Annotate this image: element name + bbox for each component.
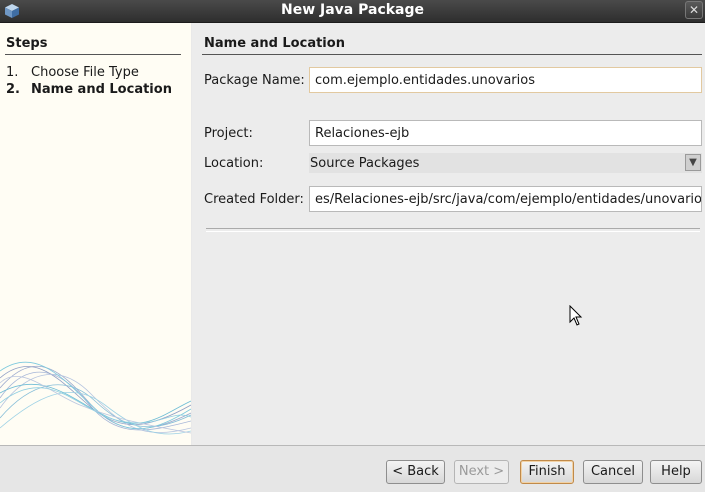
created-folder-label: Created Folder:	[204, 192, 304, 207]
step-label: Name and Location	[31, 82, 172, 97]
step-choose-file-type: 1. Choose File Type	[6, 65, 139, 80]
close-button[interactable]: ✕	[685, 1, 703, 19]
package-name-input[interactable]: com.ejemplo.entidades.unovarios	[309, 67, 702, 93]
button-bar: < Back Next > Finish Cancel Help	[0, 446, 705, 492]
project-label: Project:	[204, 126, 253, 141]
step-number: 2.	[6, 82, 20, 97]
help-button[interactable]: Help	[650, 460, 702, 484]
close-icon[interactable]: ✕	[689, 3, 699, 17]
step-number: 1.	[6, 65, 19, 80]
step-name-and-location: 2. Name and Location	[6, 82, 172, 97]
steps-divider	[5, 54, 181, 55]
step-label: Choose File Type	[31, 65, 139, 80]
mouse-pointer-icon	[569, 305, 583, 326]
location-select[interactable]: Source Packages ▼	[309, 153, 702, 173]
decorative-waves-graphic	[0, 361, 191, 435]
main-panel: Name and Location Package Name: com.ejem…	[192, 23, 705, 445]
form-divider	[206, 228, 700, 232]
project-field: Relaciones-ejb	[309, 120, 702, 146]
title-bar: New Java Package ✕	[0, 0, 705, 23]
cancel-button[interactable]: Cancel	[583, 460, 643, 484]
location-label: Location:	[204, 156, 264, 171]
panel-heading-divider	[202, 54, 702, 55]
window-title: New Java Package	[280, 2, 425, 18]
back-button[interactable]: < Back	[386, 460, 445, 484]
panel-heading: Name and Location	[204, 36, 345, 51]
finish-button[interactable]: Finish	[520, 460, 574, 484]
package-name-label: Package Name:	[204, 73, 305, 88]
chevron-down-icon[interactable]: ▼	[685, 154, 701, 171]
created-folder-field: es/Relaciones-ejb/src/java/com/ejemplo/e…	[309, 186, 702, 212]
next-button[interactable]: Next >	[454, 460, 509, 484]
steps-panel: Steps 1. Choose File Type 2. Name and Loca…	[0, 23, 191, 445]
location-selected-value: Source Packages	[310, 156, 420, 171]
steps-heading: Steps	[6, 36, 48, 51]
